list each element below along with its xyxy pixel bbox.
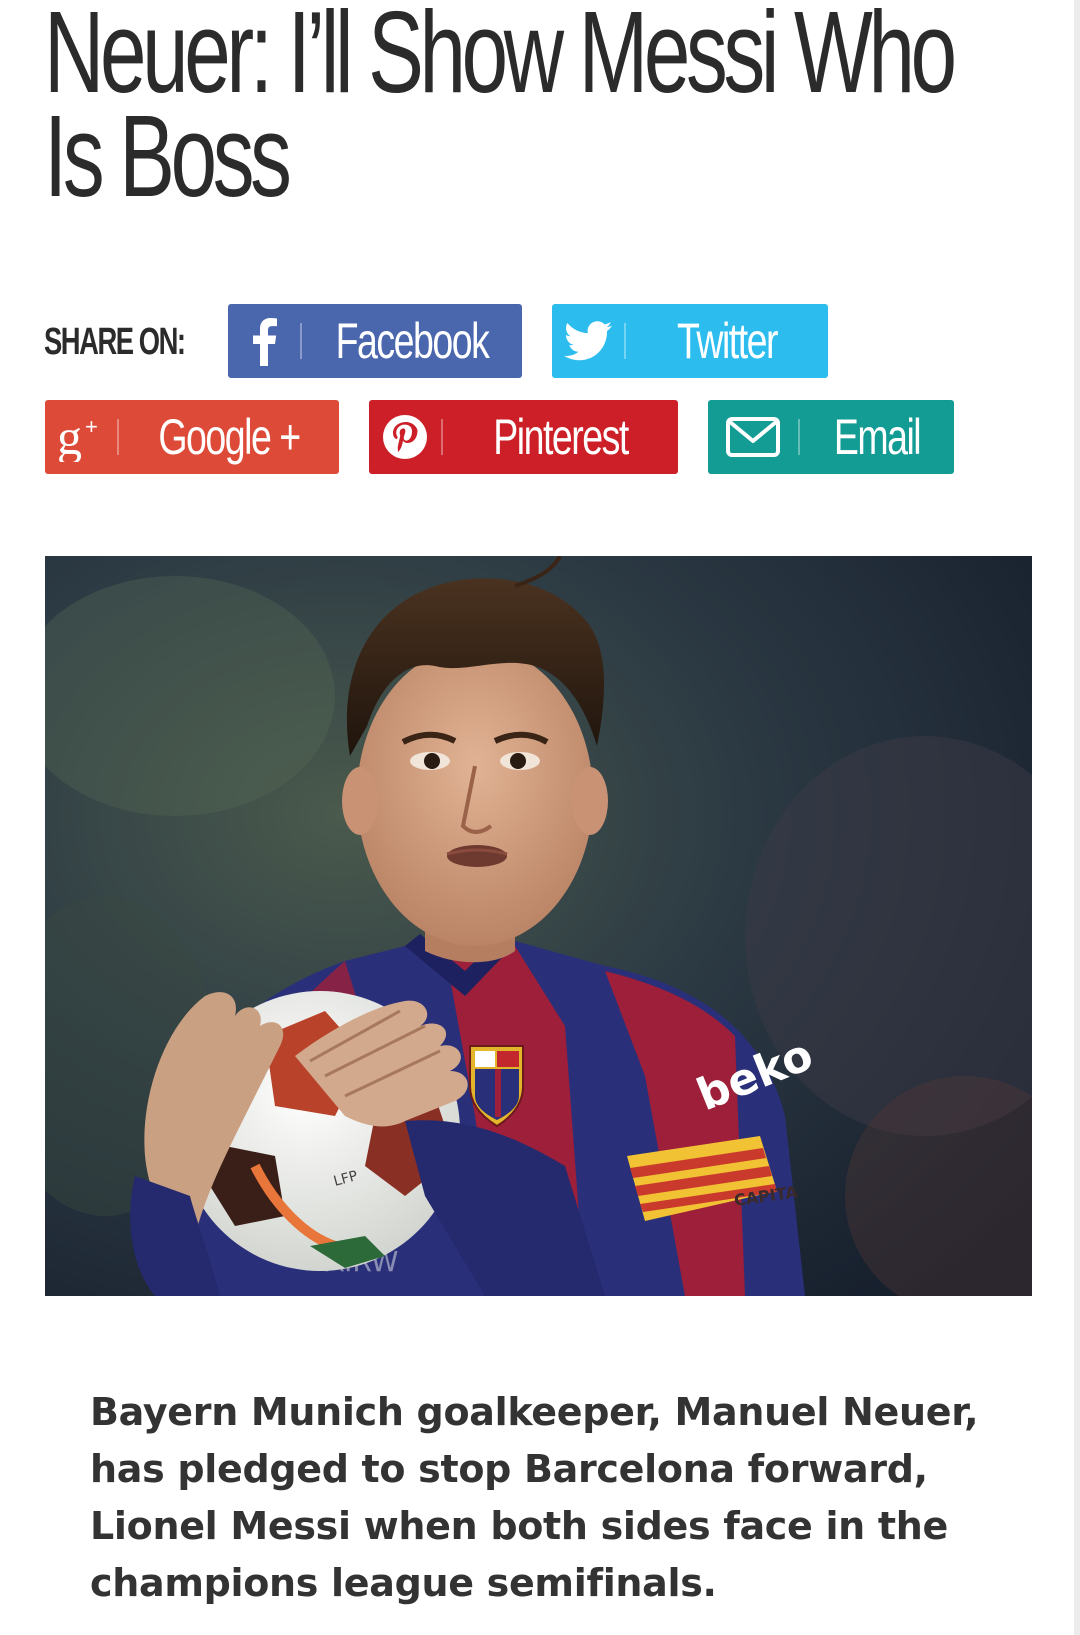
article-title: Neuer: I’ll Show Messi Who Is Boss [44,0,957,221]
twitter-share-button[interactable]: Twitter [552,304,828,378]
twitter-bird-icon [552,304,624,378]
button-separator [117,419,119,455]
svg-text:+: + [85,414,98,439]
pinterest-share-button[interactable]: Pinterest [369,400,678,474]
button-separator [441,419,443,455]
pinterest-icon [369,400,441,474]
facebook-icon [228,304,300,378]
google-plus-icon: g + [45,400,117,474]
share-label: SHARE ON: [44,321,186,363]
article-page: Neuer: I’ll Show Messi Who Is Boss SHARE… [0,0,1080,1635]
email-share-button[interactable]: Email [708,400,954,474]
button-separator [300,323,302,359]
button-separator [624,323,626,359]
envelope-icon [708,400,798,474]
facebook-share-button[interactable]: Facebook [228,304,522,378]
article-photo: beko CAPITA AIRW [45,556,1032,1296]
twitter-label: Twitter [677,313,778,369]
google-plus-share-button[interactable]: g + Google + [45,400,339,474]
google-plus-label: Google + [158,409,301,465]
facebook-label: Facebook [335,313,490,369]
button-separator [798,419,800,455]
article-lead-paragraph: Bayern Munich goalkeeper, Manuel Neuer, … [90,1390,979,1605]
svg-text:g: g [57,412,82,462]
email-label: Email [833,409,922,465]
pinterest-label: Pinterest [493,409,629,465]
scrollbar-track[interactable] [1074,0,1080,1635]
